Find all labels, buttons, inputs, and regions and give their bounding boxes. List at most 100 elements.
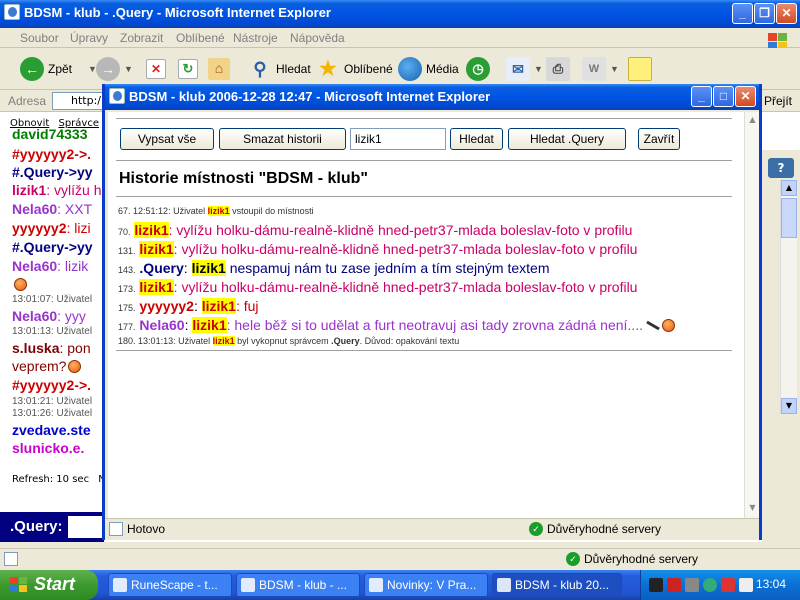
task-novinky[interactable]: Novinky: V Pra... [364,573,488,597]
scroll-up-arrow-icon[interactable]: ▲ [746,114,759,127]
chat-line: s.luska: pon [12,340,91,356]
mail-dropdown-icon[interactable]: ▼ [534,64,543,74]
popup-scrollbar[interactable]: ▲ ▼ [744,112,759,518]
chat-line-continuation: veprem? [12,358,82,374]
whip-icon [646,320,660,331]
close-history-button[interactable]: Zavřít [638,128,680,150]
history-content: Vypsat vše Smazat historii lizik1 Hledat… [108,112,744,518]
note-icon [628,57,652,81]
favorites-star-icon: ★ [319,58,337,80]
tray-shield-icon[interactable] [667,578,681,592]
outer-scrollbar[interactable]: ▲ ▼ [780,180,797,414]
history-row: 143. .Query: lizik1 nespamuj nám tu zase… [118,260,550,276]
popup-title-bar[interactable]: BDSM - klub 2006-12-28 12:47 - Microsoft… [105,84,759,110]
chat-line: david74333 [12,126,88,142]
chat-smiley-line [12,276,27,292]
popup-minimize-button[interactable]: _ [691,86,712,107]
stop-icon: ✕ [146,59,166,79]
windows-flag-icon [10,577,28,593]
chat-line: Nela60: lizik [12,258,89,274]
forward-dropdown-icon[interactable]: ▼ [124,64,133,74]
system-tray: 13:04 [640,570,800,600]
outer-zone: ✓ Důvěryhodné servery [566,552,698,566]
help-icon[interactable]: ? [768,158,794,178]
search-button[interactable]: ⚲ Hledat [248,56,310,82]
home-button[interactable]: ⌂ [208,56,234,82]
edit-dropdown-icon[interactable]: ▼ [610,64,619,74]
chat-line: #yyyyyy2->. [12,146,92,162]
menu-file[interactable]: Soubor [20,31,59,45]
back-button[interactable]: ← Zpět ▼ [20,56,97,82]
history-row: 180. 13:01:13: Uživatel lizik1 byl vykop… [118,336,460,346]
minimize-button[interactable]: _ [732,3,753,24]
chat-line: #.Query->yy [12,164,93,180]
popup-status-bar: Hotovo ✓ Důvěryhodné servery [105,518,759,540]
task-bdsm-history[interactable]: BDSM - klub 20... [492,573,622,597]
trusted-check-icon: ✓ [566,552,580,566]
refresh-button[interactable]: ↻ [178,56,202,82]
smiley-icon [661,319,675,332]
restore-button[interactable]: ❐ [754,3,775,24]
clear-history-button[interactable]: Smazat historii [219,128,346,150]
start-button[interactable]: Start [0,570,98,600]
history-row: 131. lizik1: vylížu holku-dámu-realně-kl… [118,241,638,257]
edit-button[interactable]: W ▼ [582,56,619,82]
search-button[interactable]: Hledat [450,128,503,150]
address-label: Adresa [8,94,47,108]
print-button[interactable]: ⎙ [546,56,574,82]
menu-edit[interactable]: Úpravy [70,31,108,45]
media-globe-icon [398,57,422,81]
outer-title-bar[interactable]: BDSM - klub - .Query - Microsoft Interne… [0,0,800,28]
divider [116,350,732,352]
divider [116,196,732,198]
tray-globe-icon[interactable] [703,578,717,592]
scroll-down-arrow-icon[interactable]: ▼ [781,398,797,414]
history-row: 175. yyyyyy2: lizik1: fuj [118,298,259,314]
close-button[interactable]: ✕ [776,3,797,24]
chat-system-line: 13:01:13: Uživatel [12,326,93,337]
go-button[interactable]: Přejít [764,94,792,108]
chat-line: zvedave.ste [12,422,91,438]
favorites-button[interactable]: ★ Oblíbené [316,56,393,82]
scroll-up-arrow-icon[interactable]: ▲ [781,180,797,196]
messenger-button[interactable] [628,56,656,82]
task-bdsm-query[interactable]: BDSM - klub - ... [236,573,360,597]
history-button[interactable]: ◷ [466,56,494,82]
page-icon [4,552,18,566]
popup-close-button[interactable]: ✕ [735,86,756,107]
menu-view[interactable]: Zobrazit [120,31,163,45]
tray-network-icon[interactable] [685,578,699,592]
print-icon: ⎙ [546,57,570,81]
chat-line: Nela60: yyy [12,308,86,324]
search-input[interactable]: lizik1 [350,128,446,150]
taskbar: Start RuneScape - t... BDSM - klub - ...… [0,570,800,600]
ie-icon [109,88,125,104]
query-input[interactable] [68,516,102,538]
menu-bar: Soubor Úpravy Zobrazit Oblíbené Nástroje… [0,28,800,50]
popup-window-title: BDSM - klub 2006-12-28 12:47 - Microsoft… [129,89,491,104]
history-clock-icon: ◷ [466,57,490,81]
forward-button[interactable]: → ▼ [96,56,133,82]
scroll-down-arrow-icon[interactable]: ▼ [746,502,759,515]
chat-line: yyyyyy2: lizi [12,220,91,236]
chat-line: #.Query->yy [12,239,93,255]
menu-help[interactable]: Nápověda [290,31,345,45]
mail-button[interactable]: ✉ ▼ [506,56,543,82]
search-query-button[interactable]: Hledat .Query [508,128,626,150]
media-button[interactable]: Média [398,56,459,82]
scroll-thumb[interactable] [781,198,797,238]
popup-maximize-button[interactable]: □ [713,86,734,107]
divider [116,118,732,120]
show-all-button[interactable]: Vypsat vše [120,128,214,150]
stop-button[interactable]: ✕ [146,56,170,82]
refresh-info: Refresh: 10 sec N [12,474,106,485]
menu-favorites[interactable]: Oblíbené [176,31,225,45]
history-row: 70. lizik1: vylížu holku-dámu-realně-kli… [118,222,633,238]
chat-system-line: 13:01:26: Uživatel [12,408,93,419]
menu-tools[interactable]: Nástroje [233,31,278,45]
tray-connection-icon[interactable] [739,578,753,592]
refresh-icon: ↻ [178,59,198,79]
tray-app-icon[interactable] [649,578,663,592]
tray-antivirus-icon[interactable] [721,578,735,592]
task-runescape[interactable]: RuneScape - t... [108,573,232,597]
